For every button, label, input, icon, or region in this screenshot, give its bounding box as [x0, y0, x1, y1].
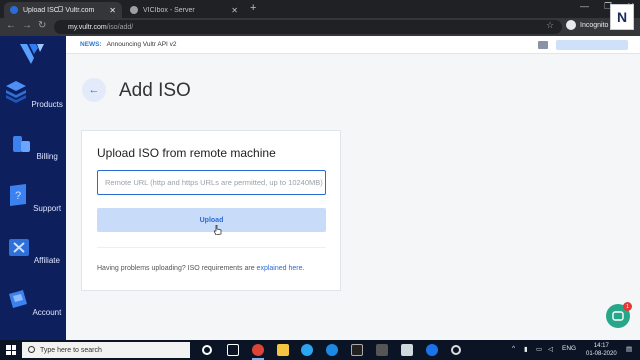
mail-icon[interactable] — [538, 41, 548, 49]
account-card-icon — [8, 290, 27, 308]
notifications-icon[interactable]: ▤ — [626, 345, 632, 353]
arrow-left-icon: ← — [88, 84, 100, 96]
news-bar: NEWS: Announcing Vultr API v2 — [66, 36, 640, 54]
share-icon — [9, 239, 30, 256]
question-book-icon: ? — [9, 184, 26, 206]
svg-text:?: ? — [15, 190, 21, 202]
taskbar-search[interactable]: Type here to search — [22, 342, 190, 358]
incognito-icon — [566, 20, 576, 30]
forward-arrow-icon[interactable]: → — [22, 20, 32, 31]
sidebar-item-label: Account — [32, 308, 62, 317]
tab-title: VICIbox - Server — [143, 6, 195, 14]
incognito-label: Incognito — [580, 21, 609, 29]
help-text-prefix: Having problems uploading? ISO requireme… — [97, 265, 255, 272]
sidebar-item-label: Support — [33, 204, 62, 213]
cortana-icon[interactable] — [202, 345, 212, 355]
help-text-end: . — [302, 265, 305, 272]
browser-toolbar: ← → ↻ my.vultr.com/iso/add/ — [0, 18, 640, 36]
tab-title: Upload ISO - Vultr.com — [23, 6, 95, 14]
clock-time: 14:17 — [593, 343, 609, 349]
card-title: Upload ISO from remote machine — [97, 146, 276, 160]
search-icon — [28, 346, 35, 353]
url-host: my.vultr.com — [68, 23, 107, 31]
browser-tab-strip: Upload ISO - Vultr.com ✕ VICIbox - Serve… — [0, 0, 640, 18]
help-text: Having problems uploading? ISO requireme… — [97, 265, 304, 272]
page-title: Add ISO — [119, 80, 191, 101]
hand-cursor-icon — [214, 225, 222, 235]
taskbar-clock[interactable]: 14:17 01-08-2020 — [586, 342, 617, 358]
vultr-logo-icon[interactable] — [20, 44, 44, 66]
n-watermark-logo: N — [610, 4, 634, 30]
edge-icon[interactable] — [326, 344, 338, 356]
lock-icon — [58, 6, 63, 12]
notepad-icon[interactable] — [401, 344, 413, 356]
app-icon[interactable] — [451, 345, 461, 355]
vultr-favicon-icon — [10, 6, 18, 14]
tab-upload-iso[interactable]: Upload ISO - Vultr.com ✕ — [4, 2, 122, 18]
volume-icon[interactable]: ◁ — [548, 345, 553, 353]
incognito-indicator[interactable]: Incognito — [566, 20, 608, 30]
coins-icon — [13, 136, 31, 152]
url-path: /iso/add/ — [106, 23, 134, 31]
remote-url-input[interactable] — [97, 170, 326, 195]
user-menu[interactable] — [556, 40, 628, 50]
tab-vicibox[interactable]: VICIbox - Server ✕ — [124, 2, 244, 18]
taskbar-search-placeholder: Type here to search — [40, 346, 102, 354]
app-icon[interactable] — [376, 344, 388, 356]
sidebar-item-support[interactable]: ? Support — [0, 182, 66, 213]
new-tab-icon[interactable]: + — [250, 2, 256, 14]
language-indicator[interactable]: ENG — [562, 345, 576, 352]
globe-icon — [130, 6, 138, 14]
news-link[interactable]: Announcing Vultr API v2 — [107, 41, 177, 48]
taskbar: Type here to search ^ ▮ ▭ ◁ ENG 14:17 01… — [0, 340, 640, 360]
layers-icon — [6, 81, 27, 103]
app-icon[interactable] — [301, 344, 313, 356]
windows-start-icon[interactable] — [6, 345, 16, 355]
close-tab-icon[interactable]: ✕ — [109, 6, 116, 15]
sidebar-item-account[interactable]: Account — [0, 286, 66, 317]
back-arrow-icon[interactable]: ← — [6, 20, 16, 31]
bookmark-star-icon[interactable]: ☆ — [546, 20, 554, 31]
sidebar-item-label: Products — [31, 100, 63, 109]
file-explorer-icon[interactable] — [277, 344, 289, 356]
chrome-alt-icon[interactable] — [426, 344, 438, 356]
close-tab-icon[interactable]: ✕ — [231, 6, 238, 15]
news-label: NEWS: — [80, 41, 102, 48]
terminal-icon[interactable] — [351, 344, 363, 356]
divider — [97, 247, 326, 248]
battery-icon[interactable]: ▭ — [536, 345, 542, 353]
main-content: NEWS: Announcing Vultr API v2 ← Add ISO … — [66, 36, 640, 340]
reload-icon[interactable]: ↻ — [38, 20, 46, 31]
minimize-icon[interactable]: — — [580, 1, 589, 11]
address-bar[interactable]: my.vultr.com/iso/add/ — [54, 20, 562, 34]
sidebar-item-billing[interactable]: Billing — [0, 130, 66, 161]
chat-notification-badge: 1 — [623, 302, 632, 311]
explained-here-link[interactable]: explained here — [257, 265, 303, 272]
network-icon[interactable]: ▮ — [524, 345, 528, 353]
clock-date: 01-08-2020 — [586, 351, 617, 357]
upload-iso-card: Upload ISO from remote machine Upload Ha… — [81, 130, 341, 291]
sidebar-item-label: Billing — [36, 152, 58, 161]
sidebar-item-label: Affiliate — [33, 256, 60, 265]
upload-button[interactable]: Upload — [97, 208, 326, 232]
task-view-icon[interactable] — [227, 344, 239, 356]
back-button[interactable]: ← — [82, 78, 106, 102]
sidebar: Products Billing ? Support Affiliate Acc… — [0, 36, 66, 340]
sidebar-item-affiliate[interactable]: Affiliate — [0, 234, 66, 265]
sidebar-item-products[interactable]: Products — [0, 78, 66, 109]
tray-expand-icon[interactable]: ^ — [512, 345, 515, 352]
chrome-icon[interactable] — [252, 344, 264, 356]
